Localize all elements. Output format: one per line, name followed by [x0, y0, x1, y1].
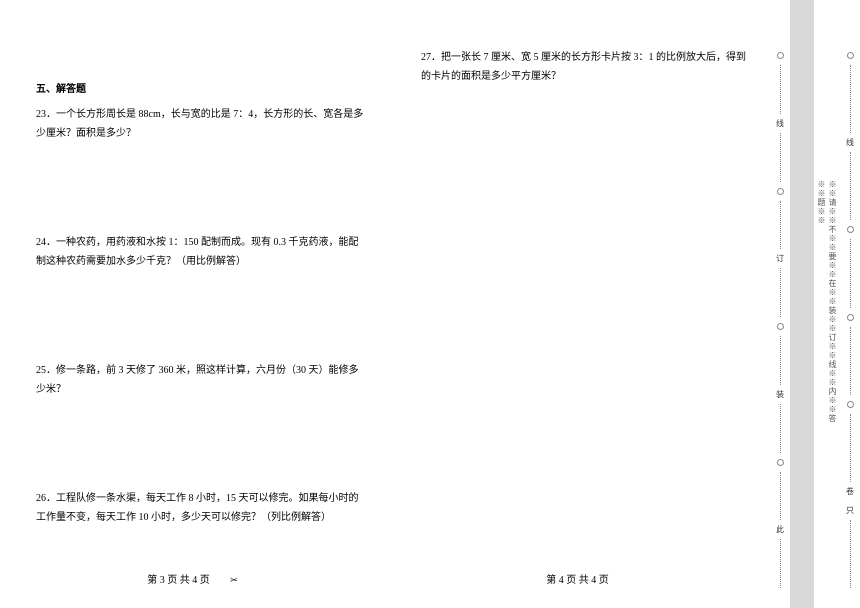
binding-char: 只 [846, 505, 854, 516]
scissors-icon: ✂ [230, 575, 238, 586]
question-24: 24．一种农药，用药液和水按 1：150 配制而成。现有 0.3 千克药液，能配… [36, 233, 365, 271]
page-4-footer: 第 4 页 共 4 页 [385, 571, 770, 586]
hole-icon [847, 401, 854, 408]
binding-char: 此 [776, 524, 784, 535]
hole-icon [847, 52, 854, 59]
binding-area: 线 订 装 此 ※※请※※不※※要※※在※※装※※订※※线※※内※※答※※题※※ [770, 0, 860, 608]
question-27: 27．把一张长 7 厘米、宽 5 厘米的长方形卡片按 3：1 的比例放大后，得到… [421, 48, 750, 86]
binding-char: 装 [776, 389, 784, 400]
hole-icon [777, 188, 784, 195]
hole-icon [777, 323, 784, 330]
hole-icon [847, 226, 854, 233]
center-strip: ※※请※※不※※要※※在※※装※※订※※线※※内※※答※※题※※ [814, 0, 840, 608]
page-3-number: 第 3 页 共 4 页 [147, 575, 210, 586]
binding-char: 线 [846, 137, 854, 148]
hole-icon [777, 459, 784, 466]
page-4-number: 第 4 页 共 4 页 [546, 575, 609, 586]
page-3-footer: 第 3 页 共 4 页 ✂ [0, 571, 385, 586]
question-25: 25．修一条路，前 3 天修了 360 米，照这样计算，六月份（30 天）能修多… [36, 361, 365, 399]
page-3: 五、解答题 23．一个长方形周长是 88cm，长与宽的比是 7：4，长方形的长、… [0, 0, 385, 608]
question-26: 26．工程队修一条水渠，每天工作 8 小时，15 天可以修完。如果每小时的工作量… [36, 489, 365, 527]
section-title: 五、解答题 [36, 80, 365, 95]
binding-char: 卷 [846, 486, 854, 497]
hole-icon [847, 314, 854, 321]
gray-strip-1 [790, 0, 814, 608]
binding-char: 线 [776, 118, 784, 129]
binding-char: 订 [776, 253, 784, 264]
hole-icon [777, 52, 784, 59]
cut-strip-1: 线 订 装 此 [770, 0, 790, 608]
worksheet-spread: 五、解答题 23．一个长方形周长是 88cm，长与宽的比是 7：4，长方形的长、… [0, 0, 770, 608]
binding-note: ※※请※※不※※要※※在※※装※※订※※线※※内※※答※※题※※ [816, 180, 838, 428]
cut-strip-2: 线 卷 只 [840, 0, 860, 608]
page-4: 27．把一张长 7 厘米、宽 5 厘米的长方形卡片按 3：1 的比例放大后，得到… [385, 0, 770, 608]
question-23: 23．一个长方形周长是 88cm，长与宽的比是 7：4，长方形的长、宽各是多少厘… [36, 105, 365, 143]
